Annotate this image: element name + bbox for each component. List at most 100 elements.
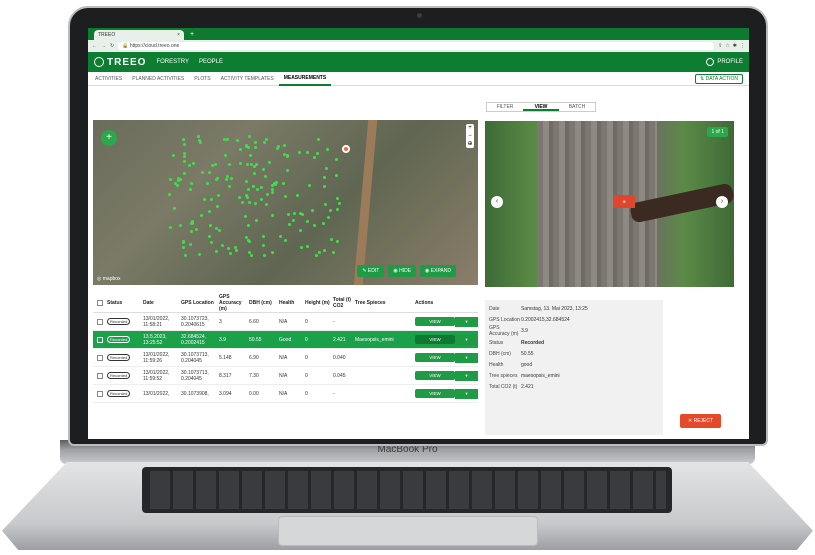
app-logo[interactable]: TREEO <box>94 57 146 68</box>
tree-point[interactable] <box>238 196 242 200</box>
tree-point[interactable] <box>173 207 177 211</box>
tree-point[interactable] <box>335 196 339 200</box>
tree-point[interactable] <box>298 211 302 215</box>
tree-point[interactable] <box>335 157 339 161</box>
tree-point[interactable] <box>216 205 220 209</box>
chevron-right-icon[interactable]: › <box>716 196 728 208</box>
tree-point[interactable] <box>183 253 187 257</box>
chevron-down-icon[interactable]: ▾ <box>455 352 478 363</box>
view-button[interactable]: VIEW <box>415 371 455 380</box>
row-checkbox[interactable] <box>97 372 103 379</box>
tree-point[interactable] <box>214 163 218 167</box>
tree-point[interactable] <box>203 198 207 202</box>
tree-point[interactable] <box>197 253 201 257</box>
tree-point[interactable] <box>224 154 228 158</box>
tree-point[interactable] <box>169 178 173 182</box>
tree-point[interactable] <box>246 187 250 191</box>
chevron-down-icon[interactable]: ▾ <box>455 388 478 399</box>
tree-point[interactable] <box>326 216 330 220</box>
tree-point[interactable] <box>270 191 274 195</box>
tree-point[interactable] <box>227 246 231 250</box>
tree-point[interactable] <box>238 148 242 152</box>
tab-batch[interactable]: BATCH <box>559 103 595 111</box>
tree-point[interactable] <box>246 223 250 227</box>
zoom-in-button[interactable]: + <box>466 124 474 132</box>
tree-point[interactable] <box>217 228 221 232</box>
tree-point[interactable] <box>338 201 342 205</box>
table-row[interactable]: Recorded 13/01/2022, 30.1073908, 3.094 0.00 N… <box>93 385 478 403</box>
tree-point[interactable] <box>241 201 245 205</box>
expand-button[interactable]: ◉ EXPAND <box>420 265 456 277</box>
tab-activity-templates[interactable]: ACTIVITY TEMPLATES <box>216 72 279 86</box>
tree-point[interactable] <box>336 239 340 243</box>
tree-point[interactable] <box>308 184 312 188</box>
tree-point[interactable] <box>208 223 212 227</box>
tree-point[interactable] <box>325 147 329 151</box>
tree-point[interactable] <box>310 208 314 212</box>
tree-point[interactable] <box>324 166 328 170</box>
tree-point[interactable] <box>262 243 266 247</box>
tab-activities[interactable]: ACTIVITIES <box>90 72 127 86</box>
tree-point[interactable] <box>305 244 309 248</box>
tree-point[interactable] <box>189 230 193 234</box>
tree-point[interactable] <box>283 194 287 198</box>
tree-point[interactable] <box>234 248 238 252</box>
tree-point[interactable] <box>287 212 291 216</box>
tree-point[interactable] <box>336 208 340 212</box>
tree-point[interactable] <box>318 251 322 255</box>
tree-point[interactable] <box>181 246 185 250</box>
tree-point[interactable] <box>168 193 172 197</box>
tree-point[interactable] <box>181 240 185 244</box>
data-action-button[interactable]: ⇅ DATA ACTION <box>695 73 743 84</box>
tree-point[interactable] <box>244 180 248 184</box>
tree-point[interactable] <box>270 214 274 218</box>
tree-point[interactable] <box>260 198 264 202</box>
tree-point[interactable] <box>252 165 256 169</box>
tree-point[interactable] <box>205 182 209 186</box>
tree-point[interactable] <box>254 141 258 145</box>
tree-point[interactable] <box>322 221 326 225</box>
tree-point[interactable] <box>312 224 316 228</box>
tree-point[interactable] <box>261 234 265 238</box>
row-checkbox[interactable] <box>97 354 103 361</box>
new-tab-button[interactable]: + <box>190 31 194 38</box>
close-icon[interactable]: × <box>177 32 180 38</box>
tree-point[interactable] <box>270 250 274 254</box>
view-button[interactable]: VIEW <box>415 335 455 344</box>
tree-point[interactable] <box>253 202 257 206</box>
select-all-checkbox[interactable] <box>97 299 103 306</box>
mapbox-attribution[interactable]: ◎ mapbox <box>97 276 121 282</box>
reload-icon[interactable]: ↻ <box>110 43 114 49</box>
tree-point[interactable] <box>247 201 251 205</box>
tree-point[interactable] <box>224 177 228 181</box>
chevron-down-icon[interactable]: ▾ <box>455 334 478 345</box>
tree-point[interactable] <box>194 227 198 231</box>
tree-point[interactable] <box>285 168 289 172</box>
tree-point[interactable] <box>234 245 238 249</box>
tree-point[interactable] <box>255 188 259 192</box>
tree-point[interactable] <box>249 253 253 257</box>
tree-point[interactable] <box>245 162 249 166</box>
tree-point[interactable] <box>252 172 256 176</box>
tree-point[interactable] <box>176 184 180 188</box>
tree-point[interactable] <box>267 160 271 164</box>
tree-point[interactable] <box>216 177 220 181</box>
tree-point[interactable] <box>315 152 319 156</box>
tree-point[interactable] <box>182 143 186 147</box>
tree-point[interactable] <box>238 161 242 165</box>
tab-plots[interactable]: PLOTS <box>189 72 215 86</box>
tab-filter[interactable]: FILTER <box>487 103 523 111</box>
tree-point[interactable] <box>178 223 182 227</box>
tree-point[interactable] <box>210 197 214 201</box>
tree-point[interactable] <box>293 211 297 215</box>
tree-point[interactable] <box>248 135 252 139</box>
tree-point[interactable] <box>262 141 266 145</box>
tree-point[interactable] <box>261 168 265 172</box>
tree-point[interactable] <box>200 213 204 217</box>
view-button[interactable]: VIEW <box>415 317 455 326</box>
table-row[interactable]: Recorded 13.5.2023, 13:25:52 32.684524, 0.… <box>93 331 478 349</box>
tree-point[interactable] <box>183 171 187 175</box>
tree-point[interactable] <box>288 223 292 227</box>
url-field[interactable]: 🔒 https://cloud.treeo.one <box>118 42 715 50</box>
tree-point[interactable] <box>282 181 286 185</box>
